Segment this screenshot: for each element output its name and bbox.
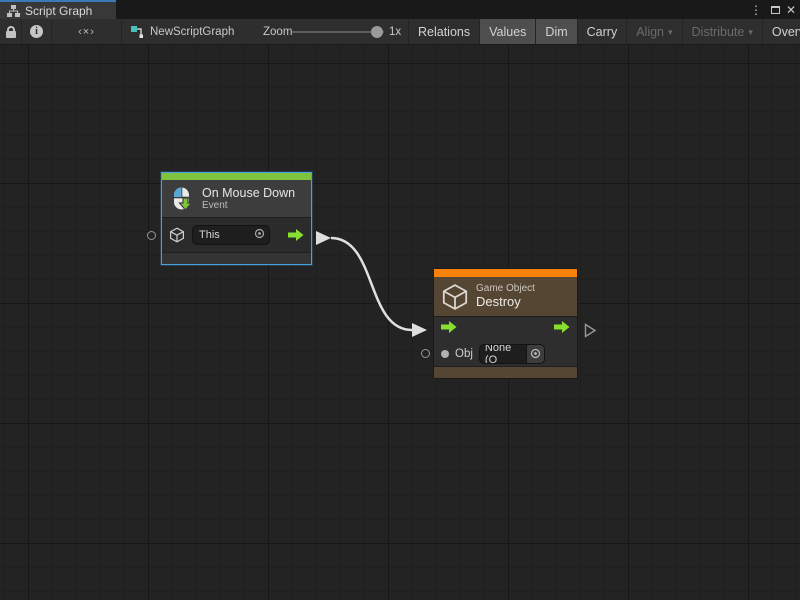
hollow-triangle-icon [584, 323, 597, 338]
zoom-value: 1x [389, 19, 401, 44]
graph-toolbar: i ‹×› NewScriptGraph Zoom 1x Relations V… [0, 19, 800, 45]
target-input-port[interactable] [147, 231, 156, 240]
maximize-icon [771, 6, 780, 14]
target-picker-icon [254, 228, 265, 239]
lock-button[interactable] [0, 19, 22, 44]
chevron-down-icon: ▾ [668, 27, 673, 38]
window-maximize-button[interactable] [767, 0, 783, 19]
window-close-button[interactable]: ✕ [783, 0, 799, 19]
close-icon: ✕ [786, 3, 796, 17]
target-port-row: This [162, 218, 311, 252]
flow-arrow-icon [554, 320, 570, 334]
zoom-slider-handle[interactable] [371, 26, 383, 38]
game-object-cube-icon [441, 283, 469, 311]
zoom-label: Zoom [263, 19, 292, 44]
target-value-field[interactable]: This [192, 225, 270, 245]
node-titles: On Mouse Down Event [202, 186, 295, 212]
graph-asset-reference[interactable]: NewScriptGraph [130, 19, 234, 44]
target-picker-icon [530, 348, 541, 359]
script-graph-asset-icon [130, 25, 144, 39]
node-header[interactable]: On Mouse Down Event [162, 180, 311, 218]
enter-input-port[interactable] [441, 320, 457, 339]
node-title: On Mouse Down [202, 186, 295, 200]
distribute-dropdown-button[interactable]: Distribute▾ [682, 19, 762, 44]
info-button[interactable]: i [22, 19, 52, 44]
node-titles: Game Object Destroy [476, 283, 535, 309]
connection-layer [0, 45, 800, 600]
obj-port-label: Obj [455, 348, 473, 360]
tab-script-graph[interactable]: Script Graph [0, 0, 116, 19]
align-dropdown-button[interactable]: Align▾ [626, 19, 681, 44]
flow-arrow-icon [441, 320, 457, 334]
script-graph-window: Script Graph ⋮ ✕ i ‹×› Ne [0, 0, 800, 600]
obj-field-value: None (O [485, 344, 526, 364]
game-object-cube-icon [169, 227, 185, 243]
connection-start-arrow[interactable] [316, 231, 331, 245]
kebab-menu-icon: ⋮ [750, 3, 762, 17]
chevron-down-icon: ▾ [748, 27, 753, 38]
node-title: Destroy [476, 295, 535, 310]
exit-output-port[interactable] [554, 320, 570, 339]
node-header[interactable]: Game Object Destroy [434, 277, 577, 317]
relations-button[interactable]: Relations [408, 19, 479, 44]
lock-icon [5, 26, 17, 38]
node-subtitle: Event [202, 200, 295, 212]
event-accent-stripe [162, 173, 311, 180]
dim-button[interactable]: Dim [535, 19, 576, 44]
code-preview-button[interactable]: ‹×› [52, 19, 122, 44]
graph-canvas[interactable]: On Mouse Down Event This [0, 45, 800, 600]
node-destroy[interactable]: Game Object Destroy Obj [433, 268, 578, 379]
node-footer [162, 252, 311, 264]
overview-button[interactable]: Overview [762, 19, 800, 44]
values-button[interactable]: Values [479, 19, 535, 44]
obj-port-dot[interactable] [441, 350, 449, 358]
node-footer [434, 366, 577, 378]
flow-arrow-icon [288, 228, 304, 242]
object-picker-button[interactable] [250, 228, 269, 242]
toolbar-buttons: Relations Values Dim Carry Align▾ Distri… [408, 19, 800, 44]
target-field-value: This [199, 229, 220, 241]
node-on-mouse-down[interactable]: On Mouse Down Event This [161, 172, 312, 265]
carry-button[interactable]: Carry [577, 19, 627, 44]
tab-bar: Script Graph ⋮ ✕ [0, 0, 800, 19]
window-menu-button[interactable]: ⋮ [748, 0, 764, 19]
obj-port-row: Obj None (O [434, 341, 577, 366]
trigger-output-port[interactable] [288, 228, 304, 242]
connection-end-arrow[interactable] [412, 323, 427, 337]
info-icon: i [30, 25, 43, 38]
obj-input-port[interactable] [421, 349, 430, 358]
object-picker-button[interactable] [526, 345, 544, 363]
destroy-accent-stripe [434, 269, 577, 277]
connection-wire[interactable] [331, 238, 412, 330]
flow-port-row [434, 317, 577, 341]
obj-value-field[interactable]: None (O [479, 344, 545, 364]
graph-asset-name: NewScriptGraph [150, 26, 234, 38]
mouse-down-icon [169, 186, 195, 212]
tab-title: Script Graph [25, 4, 92, 18]
graph-tree-icon [7, 5, 20, 17]
exit-external-port[interactable] [584, 323, 597, 343]
code-icon: ‹×› [78, 26, 95, 38]
